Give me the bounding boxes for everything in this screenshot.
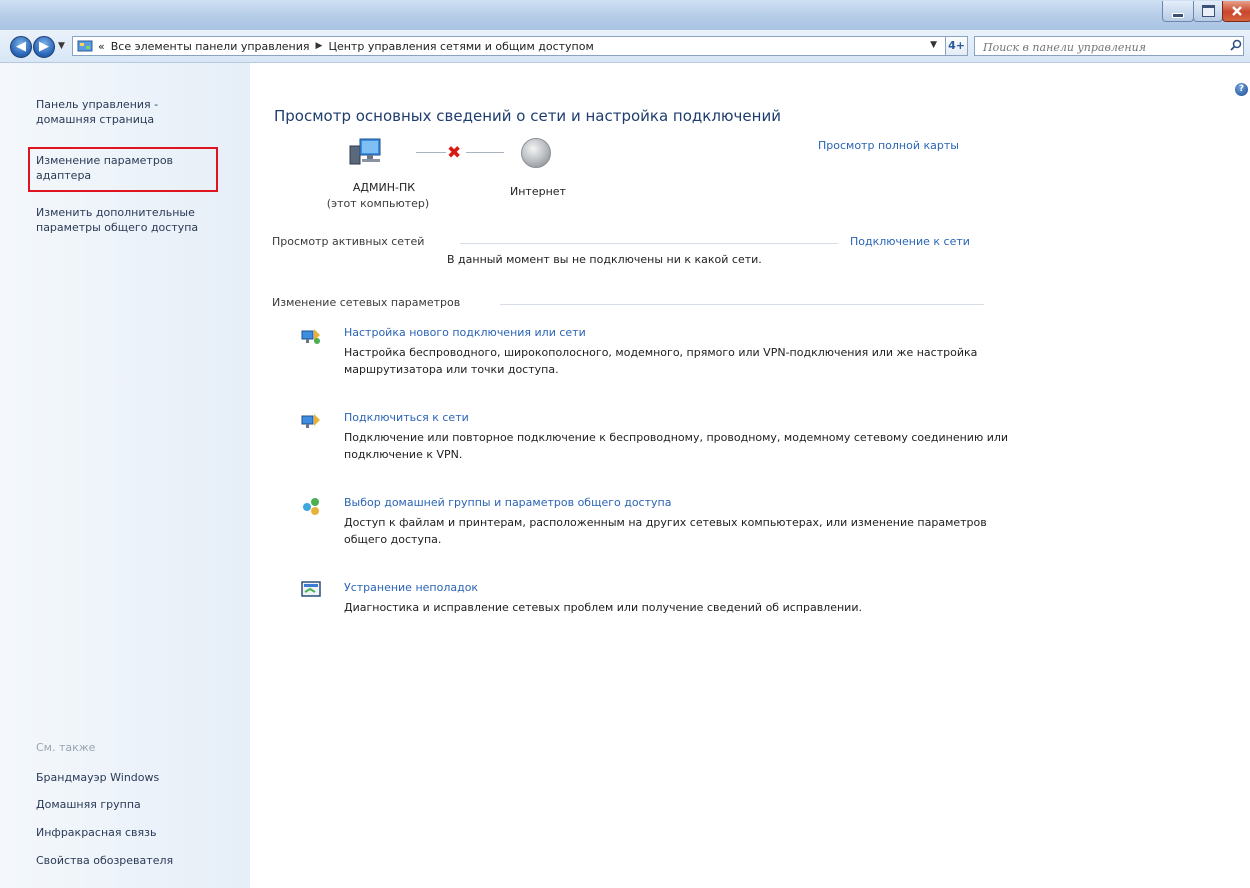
minimize-icon — [1172, 12, 1184, 18]
search-icon[interactable] — [1230, 39, 1242, 51]
task-pane: Панель управления - домашняя страница Из… — [0, 63, 250, 888]
page-title: Просмотр основных сведений о сети и наст… — [274, 107, 781, 125]
back-button[interactable]: ◀ — [10, 36, 32, 58]
maximize-icon — [1201, 5, 1215, 17]
setup-new-connection-link[interactable]: Настройка нового подключения или сети — [344, 326, 586, 339]
troubleshoot-desc: Диагностика и исправление сетевых пробле… — [344, 601, 862, 614]
connect-network-icon[interactable] — [300, 410, 322, 432]
see-also-infrared-link[interactable]: Инфракрасная связь — [36, 826, 157, 839]
control-panel-home-link[interactable]: Панель управления - домашняя страница — [36, 97, 216, 127]
troubleshoot-link[interactable]: Устранение неполадок — [344, 581, 478, 594]
address-overflow[interactable]: « — [98, 40, 105, 53]
help-icon[interactable]: ? — [1235, 83, 1248, 96]
back-arrow-icon: ◀ — [16, 39, 26, 54]
no-network-message: В данный момент вы не подключены ни к ка… — [447, 253, 762, 266]
see-also-firewall-link[interactable]: Брандмауэр Windows — [36, 771, 159, 784]
active-networks-heading: Просмотр активных сетей — [272, 235, 431, 248]
minimize-button[interactable] — [1162, 1, 1194, 22]
this-computer-label: (этот компьютер) — [326, 197, 430, 210]
computer-name-label: АДМИН-ПК — [352, 181, 416, 194]
change-settings-heading: Изменение сетевых параметров — [272, 296, 467, 309]
address-toolbar: ◀ ▶ ▼ « Все элементы панели управления ▶… — [0, 30, 1250, 63]
see-also-homegroup-link[interactable]: Домашняя группа — [36, 798, 141, 811]
refresh-icon: 4+ — [948, 39, 965, 52]
close-icon — [1232, 6, 1242, 16]
connect-to-network-desc: Подключение или повторное подключение к … — [344, 431, 1009, 461]
title-bar — [0, 0, 1250, 30]
breadcrumb-separator-icon[interactable]: ▶ — [316, 41, 323, 51]
change-adapter-settings-link[interactable]: Изменение параметров адаптера — [36, 153, 211, 183]
section-divider — [460, 243, 838, 244]
section-divider — [500, 304, 984, 305]
new-connection-icon[interactable] — [300, 325, 322, 347]
setup-new-connection-desc: Настройка беспроводного, широкополосного… — [344, 346, 978, 376]
homegroup-sharing-link[interactable]: Выбор домашней группы и параметров общег… — [344, 496, 671, 509]
refresh-button[interactable]: 4+ — [946, 36, 968, 56]
globe-icon[interactable] — [521, 138, 551, 168]
internet-label: Интернет — [510, 185, 566, 198]
address-bar[interactable]: « Все элементы панели управления ▶ Центр… — [72, 36, 946, 56]
main-content: ? Просмотр основных сведений о сети и на… — [250, 63, 1250, 888]
connection-line — [466, 152, 504, 153]
view-full-map-link[interactable]: Просмотр полной карты — [818, 139, 959, 152]
recent-pages-dropdown[interactable]: ▼ — [58, 41, 65, 51]
homegroup-icon[interactable] — [300, 494, 322, 516]
close-button[interactable] — [1222, 1, 1250, 22]
breadcrumb-network-center[interactable]: Центр управления сетями и общим доступом — [328, 40, 593, 53]
forward-button[interactable]: ▶ — [33, 36, 55, 58]
connect-to-network-link[interactable]: Подключение к сети — [846, 235, 970, 248]
forward-arrow-icon: ▶ — [39, 39, 49, 54]
see-also-internet-options-link[interactable]: Свойства обозревателя — [36, 854, 173, 867]
connection-line — [416, 152, 446, 153]
advanced-sharing-settings-link[interactable]: Изменить дополнительные параметры общего… — [36, 205, 236, 235]
see-also-label: См. также — [36, 741, 96, 754]
address-dropdown[interactable]: ▼ — [930, 40, 937, 50]
homegroup-sharing-desc: Доступ к файлам и принтерам, расположенн… — [344, 516, 987, 546]
computer-icon[interactable] — [348, 138, 382, 166]
search-input[interactable] — [974, 36, 1244, 56]
maximize-button[interactable] — [1193, 1, 1223, 22]
breadcrumb-all-items[interactable]: Все элементы панели управления — [111, 40, 310, 53]
troubleshoot-icon[interactable] — [300, 579, 322, 601]
red-x-icon[interactable]: ✖ — [447, 143, 461, 163]
connect-to-network-task-link[interactable]: Подключиться к сети — [344, 411, 469, 424]
control-panel-icon — [77, 40, 93, 52]
